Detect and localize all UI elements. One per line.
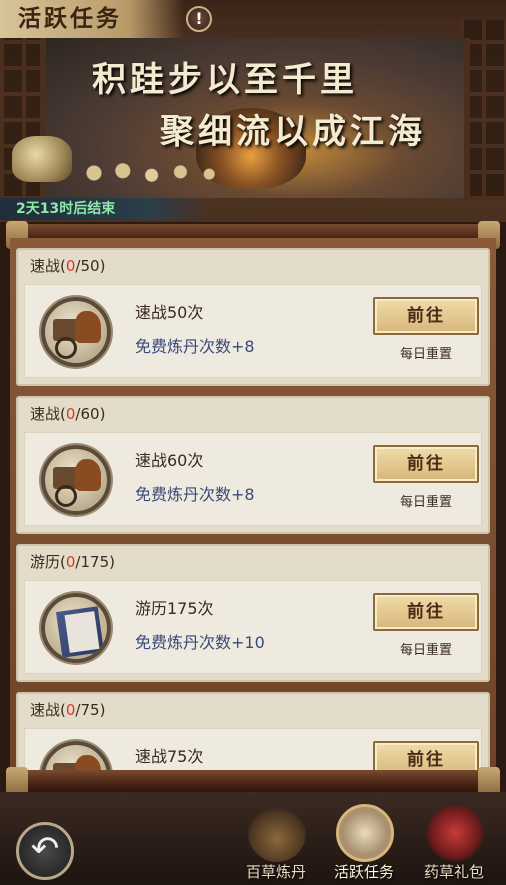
reset-note: 每日重置 (399, 643, 452, 658)
scroll-brush-icon (336, 804, 394, 862)
reset-note: 每日重置 (399, 495, 452, 510)
book-icon (41, 593, 111, 663)
bottom-nav: ↶ 百草炼丹 活跃任务 药草礼包 (0, 792, 506, 885)
go-button[interactable]: 前往 (373, 297, 479, 335)
task-card: 速战(0/75) 速战75次 前往 (16, 692, 490, 770)
task-progress-header: 速战(0/50) (18, 250, 488, 282)
progress-current: 0 (65, 553, 76, 571)
task-reward: 免费炼丹次数+8 (135, 485, 255, 504)
task-category: 速战 (30, 701, 61, 719)
task-progress-header: 游历(0/175) (18, 546, 488, 578)
horse-carriage-icon (41, 445, 111, 515)
progress-total: /50) (75, 257, 106, 275)
task-progress-header: 速战(0/60) (18, 398, 488, 430)
task-body: 速战75次 前往 (24, 728, 482, 770)
nav-item-active-tasks[interactable]: 活跃任务 (322, 804, 406, 884)
progress-total: /175) (75, 553, 115, 571)
info-icon[interactable]: ! (186, 6, 212, 32)
task-body: 速战50次 免费炼丹次数+8 前往 每日重置 (24, 284, 482, 378)
task-category: 游历 (30, 553, 61, 571)
progress-total: /60) (75, 405, 106, 423)
task-category: 速战 (30, 257, 61, 275)
reset-note: 每日重置 (399, 347, 452, 362)
event-banner: 活跃任务 ! 积跬步以至千里 聚细流以成江海 2天13时后结束 (0, 0, 506, 222)
go-button[interactable]: 前往 (373, 741, 479, 770)
scroll-rod-bottom (6, 767, 500, 795)
event-timer: 2天13时后结束 (0, 198, 210, 220)
nav-label: 药草礼包 (423, 863, 484, 881)
nav-item-herb-gift[interactable]: 药草礼包 (412, 804, 496, 884)
back-button[interactable]: ↶ (16, 822, 74, 880)
task-card: 游历(0/175) 游历175次 免费炼丹次数+10 前往 每日重置 (16, 544, 490, 682)
task-list[interactable]: 速战(0/50) 速战50次 免费炼丹次数+8 前往 每日重置 速战(0/60)… (10, 238, 496, 770)
task-progress-header: 速战(0/75) (18, 694, 488, 726)
task-card: 速战(0/50) 速战50次 免费炼丹次数+8 前往 每日重置 (16, 248, 490, 386)
task-card: 速战(0/60) 速战60次 免费炼丹次数+8 前往 每日重置 (16, 396, 490, 534)
progress-current: 0 (65, 257, 76, 275)
horse-carriage-icon (41, 741, 111, 770)
task-name: 速战75次 (135, 747, 204, 766)
gift-bag-icon (426, 804, 484, 862)
task-reward: 免费炼丹次数+8 (135, 337, 255, 356)
slogan-line-2: 聚细流以成江海 (160, 112, 426, 152)
task-category: 速战 (30, 405, 61, 423)
progress-current: 0 (65, 405, 76, 423)
nav-label: 百草炼丹 (245, 863, 306, 881)
task-name: 速战50次 (135, 303, 204, 322)
task-reward: 免费炼丹次数+10 (135, 633, 265, 652)
cauldron-icon (248, 804, 306, 862)
slogan-line-1: 积跬步以至千里 (92, 60, 358, 100)
task-body: 速战60次 免费炼丹次数+8 前往 每日重置 (24, 432, 482, 526)
task-body: 游历175次 免费炼丹次数+10 前往 每日重置 (24, 580, 482, 674)
go-button[interactable]: 前往 (373, 593, 479, 631)
task-name: 游历175次 (135, 599, 214, 618)
nav-item-herb-alchemy[interactable]: 百草炼丹 (234, 804, 318, 884)
progress-current: 0 (65, 701, 76, 719)
go-button[interactable]: 前往 (373, 445, 479, 483)
task-name: 速战60次 (135, 451, 204, 470)
progress-total: /75) (75, 701, 106, 719)
horse-carriage-icon (41, 297, 111, 367)
page-title: 活跃任务 (0, 0, 184, 38)
nav-label: 活跃任务 (333, 863, 394, 881)
